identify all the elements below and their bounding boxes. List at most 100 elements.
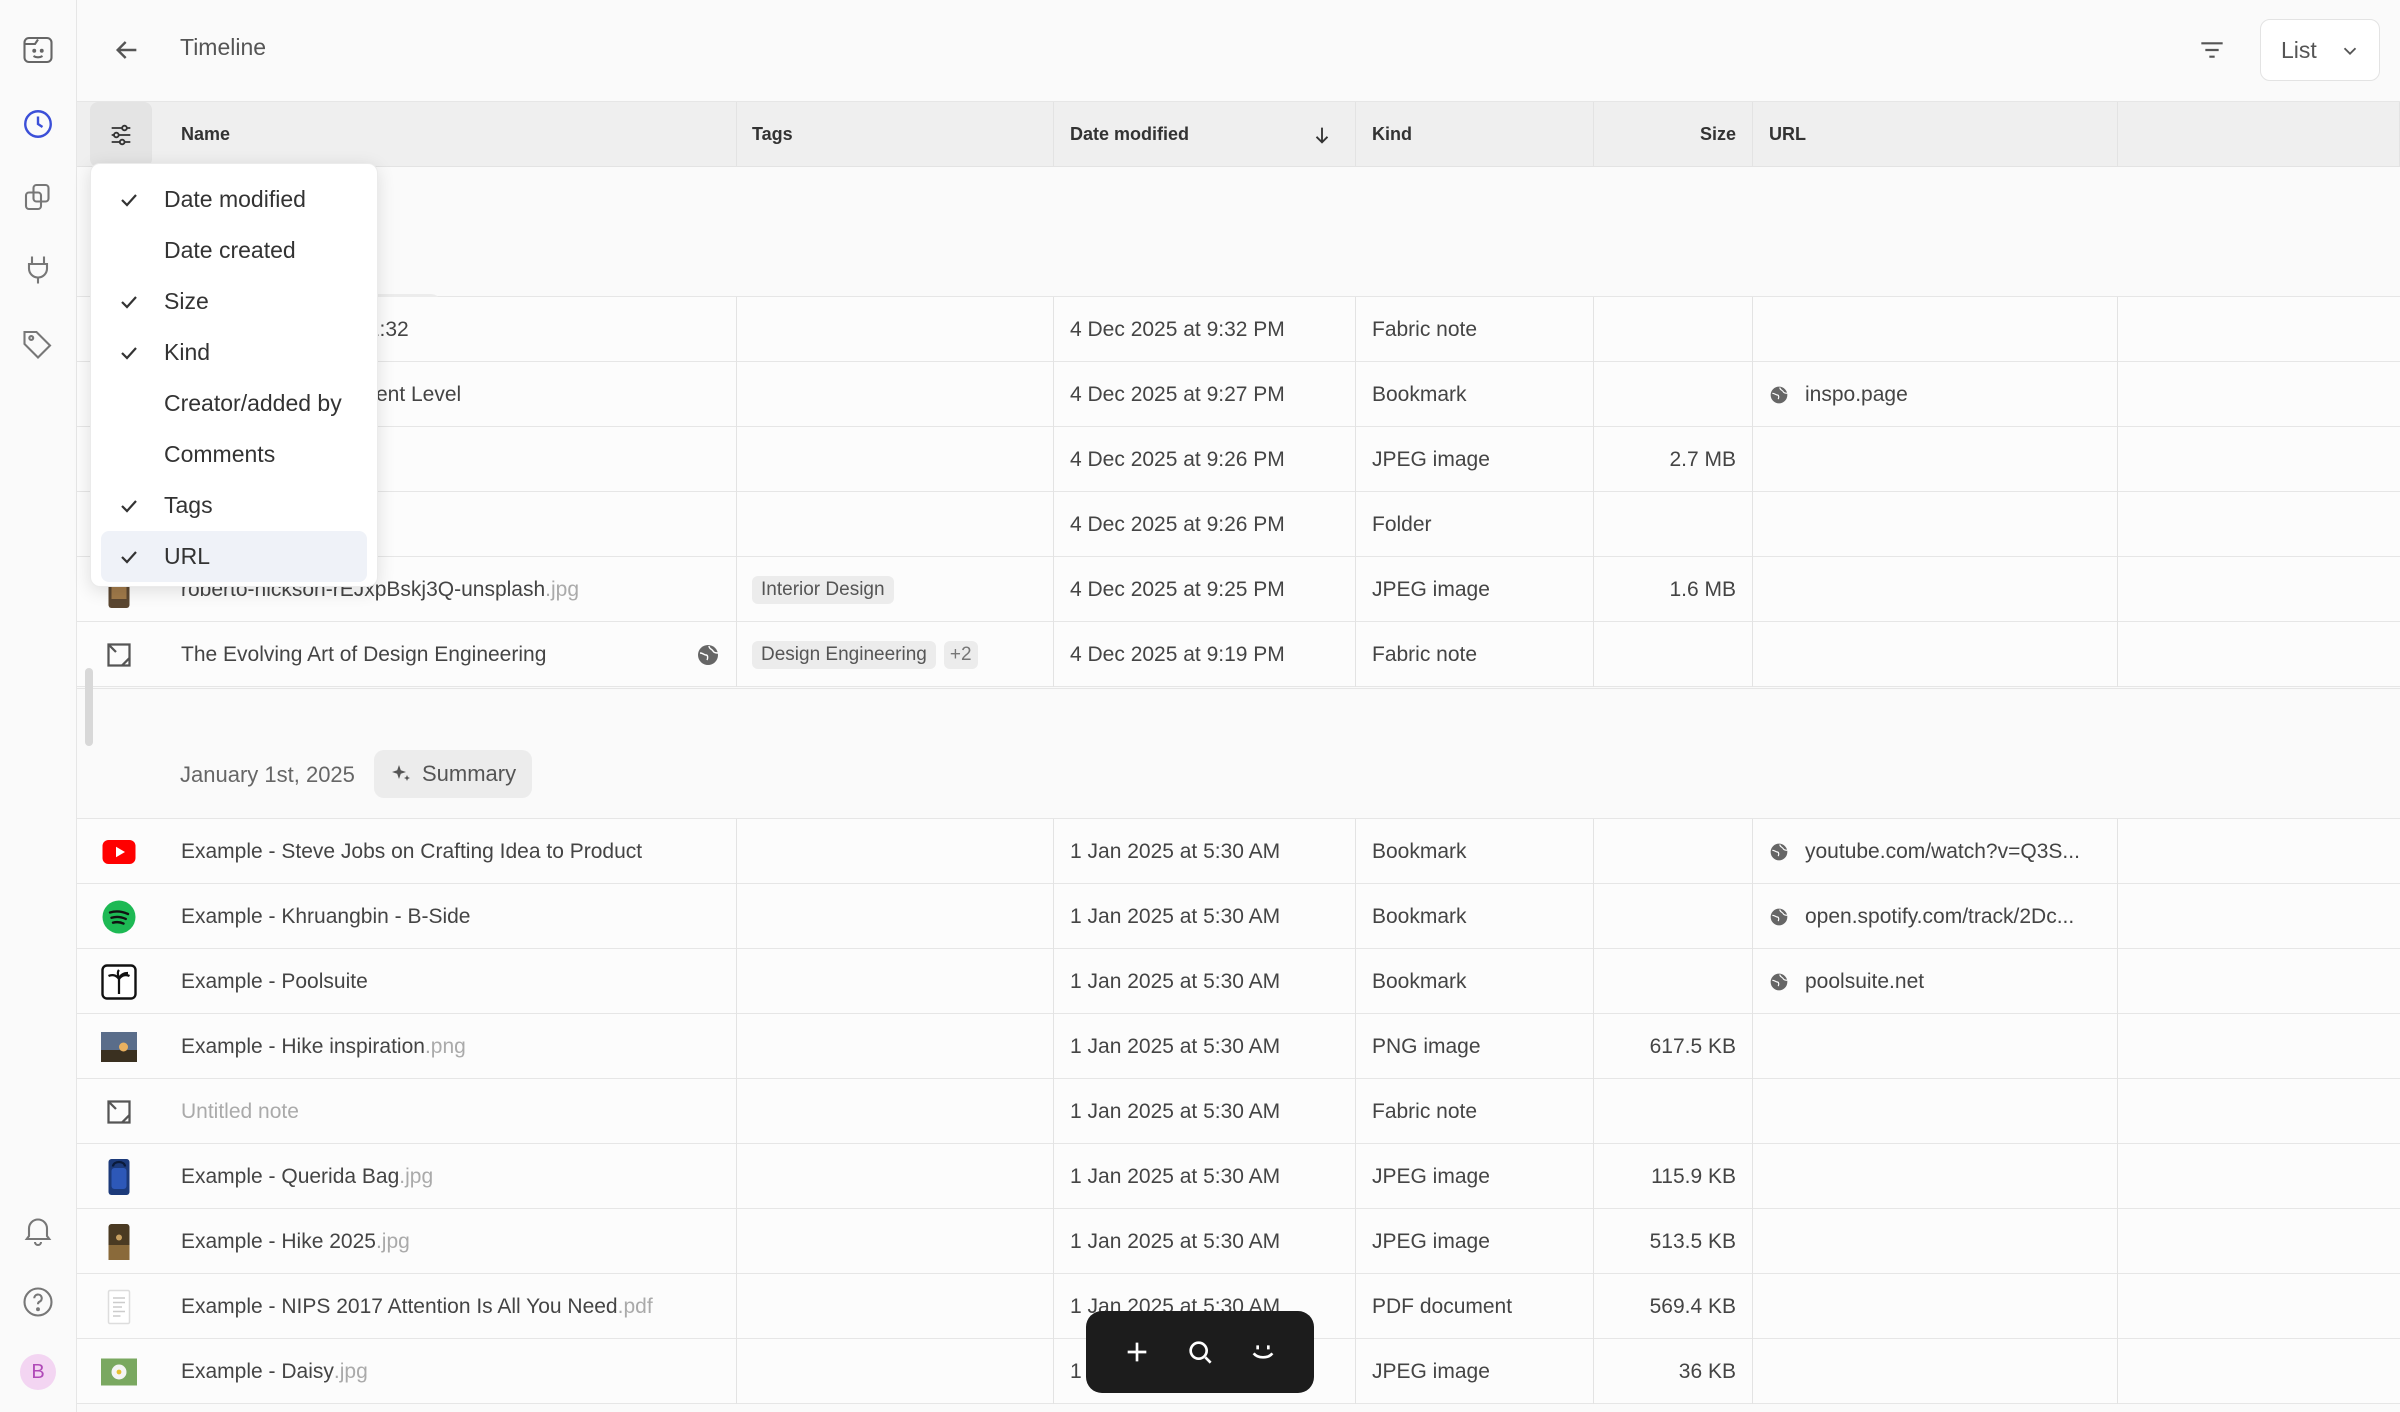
photo-thumbnail-icon bbox=[101, 1032, 137, 1062]
photo-thumbnail-icon bbox=[108, 1224, 130, 1260]
url-link[interactable]: poolsuite.net bbox=[1805, 970, 1924, 994]
url-cell[interactable]: open.spotify.com/track/2Dc... bbox=[1753, 884, 2118, 949]
column-name-label: Name bbox=[181, 124, 231, 144]
check-icon bbox=[121, 296, 137, 309]
column-size[interactable]: Size bbox=[1594, 102, 1753, 167]
column-settings-button[interactable] bbox=[90, 102, 152, 167]
table-row[interactable]: Untitled note 1 Jan 2025 at 5:30 AM Fabric… bbox=[77, 1079, 2400, 1144]
tags-cell bbox=[737, 492, 1054, 557]
home-face-icon[interactable] bbox=[18, 30, 58, 70]
collections-icon[interactable] bbox=[18, 177, 58, 217]
tags-cell bbox=[737, 1014, 1054, 1079]
menu-item-comments[interactable]: Comments bbox=[101, 429, 367, 480]
url-cell[interactable]: youtube.com/watch?v=Q3S... bbox=[1753, 819, 2118, 884]
date-cell: 4 Dec 2025 at 9:26 PM bbox=[1054, 492, 1356, 557]
table-row[interactable]: Example - Hike 2025 .jpg 1 Jan 2025 at 5:3… bbox=[77, 1209, 2400, 1274]
summary-chip[interactable]: Summary bbox=[374, 750, 533, 798]
menu-item-label: Tags bbox=[164, 492, 213, 518]
size-cell bbox=[1594, 297, 1753, 362]
url-cell bbox=[1753, 297, 2118, 362]
spacer-cell bbox=[2118, 949, 2400, 1014]
date-cell: 1 Jan 2025 at 5:30 AM bbox=[1054, 949, 1356, 1014]
timeline-clock-icon[interactable] bbox=[18, 104, 58, 144]
column-tags[interactable]: Tags bbox=[737, 102, 1054, 167]
menu-item-kind[interactable]: Kind bbox=[101, 327, 367, 378]
kind-cell: PNG image bbox=[1356, 1014, 1594, 1079]
size-cell bbox=[1594, 884, 1753, 949]
note-icon bbox=[107, 1100, 131, 1124]
item-thumbnail bbox=[100, 636, 138, 674]
column-url[interactable]: URL bbox=[1753, 102, 2118, 167]
search-button[interactable] bbox=[1178, 1330, 1222, 1374]
table-row[interactable]: ssage 2025-12-04 21:324 Dec 2025 at 9:32… bbox=[77, 297, 2400, 362]
url-link[interactable]: youtube.com/watch?v=Q3S... bbox=[1805, 840, 2080, 864]
table-row[interactable]: The Evolving Art of Design Engineering De… bbox=[77, 622, 2400, 687]
tags-cell bbox=[737, 1144, 1054, 1209]
tag-chip[interactable]: Design Engineering bbox=[752, 640, 936, 669]
photo-thumbnail-icon bbox=[101, 1358, 137, 1386]
item-thumbnail bbox=[100, 963, 138, 1001]
globe-icon bbox=[1770, 973, 1788, 990]
size-cell: 617.5 KB bbox=[1594, 1014, 1753, 1079]
back-button[interactable] bbox=[107, 30, 147, 70]
menu-item-tags[interactable]: Tags bbox=[101, 480, 367, 531]
column-name[interactable]: Name bbox=[77, 102, 737, 167]
view-mode-select[interactable]: List bbox=[2260, 19, 2380, 81]
menu-item-creator-added-by[interactable]: Creator/added by bbox=[101, 378, 367, 429]
table-row[interactable]: ected at the Component Level4 Dec 2025 a… bbox=[77, 362, 2400, 427]
spacer-cell bbox=[2118, 1014, 2400, 1079]
table-row[interactable]: Example - Querida Bag .jpg 1 Jan 2025 at 5… bbox=[77, 1144, 2400, 1209]
table-row[interactable]: 4 Dec 2025 at 9:26 PM Folder bbox=[77, 492, 2400, 557]
filter-button[interactable] bbox=[2184, 28, 2240, 72]
more-tags-count[interactable]: +2 bbox=[943, 640, 978, 669]
url-link[interactable]: inspo.page bbox=[1805, 383, 1908, 407]
notifications-bell-icon[interactable] bbox=[18, 1210, 58, 1250]
column-date-modified[interactable]: Date modified bbox=[1054, 102, 1356, 167]
size-cell: 36 KB bbox=[1594, 1339, 1753, 1404]
integrations-plug-icon[interactable] bbox=[18, 250, 58, 290]
tags-cell: Interior Design bbox=[737, 557, 1054, 622]
url-cell bbox=[1753, 1209, 2118, 1274]
item-thumbnail bbox=[100, 1353, 138, 1391]
add-button[interactable] bbox=[1115, 1330, 1159, 1374]
group-date: January 1st, 2025 bbox=[180, 762, 355, 787]
url-cell[interactable]: poolsuite.net bbox=[1753, 949, 2118, 1014]
spacer-cell bbox=[2118, 1339, 2400, 1404]
size-cell bbox=[1594, 622, 1753, 687]
table-row[interactable]: Example - Poolsuite 1 Jan 2025 at 5:30 AM… bbox=[77, 949, 2400, 1014]
assistant-button[interactable] bbox=[1241, 1330, 1285, 1374]
url-cell[interactable]: inspo.page bbox=[1753, 362, 2118, 427]
tag-chip[interactable]: Interior Design bbox=[752, 575, 894, 604]
spacer-cell bbox=[2118, 1079, 2400, 1144]
tags-icon[interactable] bbox=[18, 324, 58, 364]
scrollbar-thumb[interactable] bbox=[85, 668, 93, 746]
table-row[interactable]: Example - Steve Jobs on Crafting Idea to… bbox=[77, 819, 2400, 884]
poolsuite-logo-icon bbox=[101, 964, 137, 1000]
check-icon bbox=[117, 188, 141, 218]
table-row[interactable]: roberto-nickson-rEJxpBskj3Q-unsplash .jpg… bbox=[77, 557, 2400, 622]
help-icon[interactable] bbox=[18, 1282, 58, 1322]
menu-item-size[interactable]: Size bbox=[101, 276, 367, 327]
item-name: Example - Querida Bag bbox=[181, 1164, 400, 1188]
plus-icon bbox=[1127, 1342, 1147, 1362]
table-row[interactable]: _ToM-unsplash.jpg4 Dec 2025 at 9:26 PMJP… bbox=[77, 427, 2400, 492]
tags-cell bbox=[737, 362, 1054, 427]
check-icon bbox=[121, 500, 137, 513]
column-kind[interactable]: Kind bbox=[1356, 102, 1594, 167]
item-name: Untitled note bbox=[181, 1099, 299, 1123]
menu-item-date-created[interactable]: Date created bbox=[101, 225, 367, 276]
file-extension: .pdf bbox=[617, 1294, 653, 1318]
size-cell bbox=[1594, 819, 1753, 884]
menu-item-url[interactable]: URL bbox=[101, 531, 367, 582]
spacer-cell bbox=[2118, 1209, 2400, 1274]
item-thumbnail bbox=[100, 1093, 138, 1131]
view-mode-label: List bbox=[2281, 36, 2317, 63]
table-row[interactable]: Example - Hike inspiration .png 1 Jan 2025… bbox=[77, 1014, 2400, 1079]
url-link[interactable]: open.spotify.com/track/2Dc... bbox=[1805, 905, 2074, 929]
search-icon bbox=[1189, 1341, 1212, 1364]
menu-item-date-modified[interactable]: Date modified bbox=[101, 174, 367, 225]
globe-icon bbox=[1770, 908, 1788, 925]
user-avatar[interactable]: B bbox=[20, 1354, 56, 1390]
column-spacer bbox=[2118, 102, 2400, 167]
table-row[interactable]: Example - Khruangbin - B-Side 1 Jan 2025 … bbox=[77, 884, 2400, 949]
